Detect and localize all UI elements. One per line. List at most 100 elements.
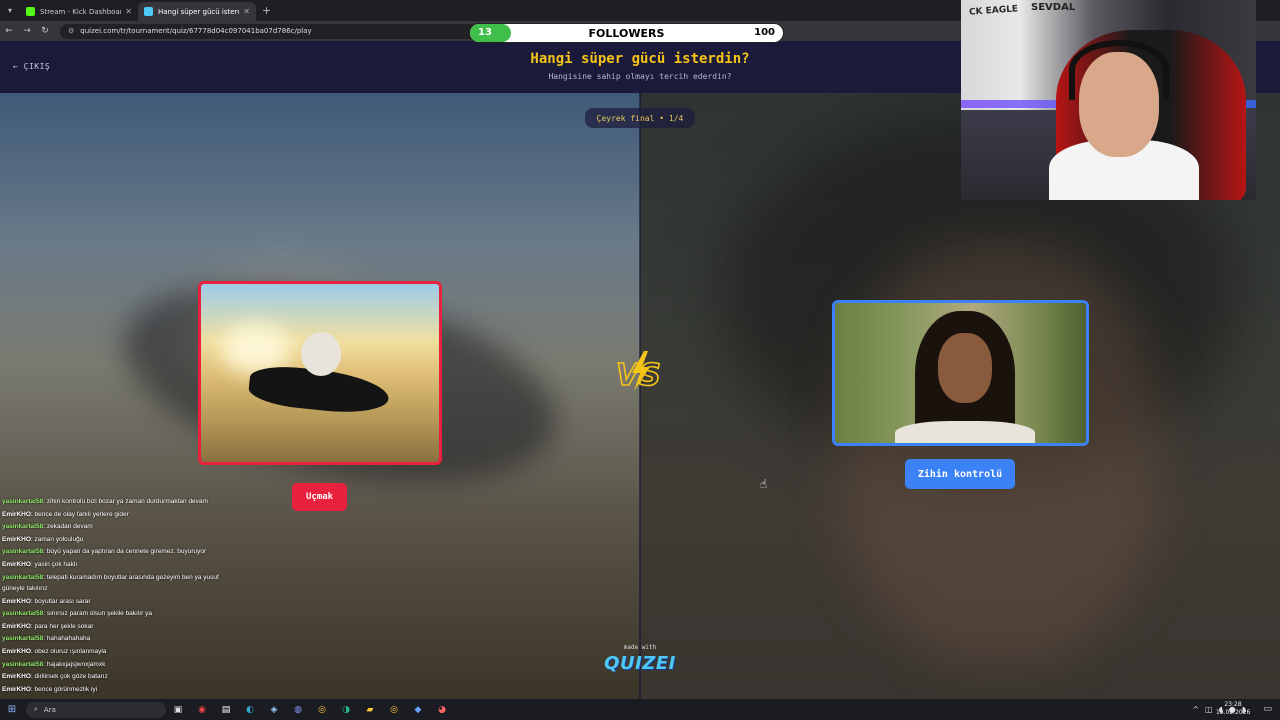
- flying-image: [201, 284, 439, 462]
- option-button-left[interactable]: Uçmak: [292, 483, 347, 511]
- chat-username[interactable]: EmirKHO: [2, 598, 31, 605]
- quiz-subtitle: Hangisine sahip olmayı tercih ederdin?: [548, 72, 732, 81]
- chat-message: EmirKHO: obez oluruz ışınlanmayla: [2, 646, 252, 659]
- quizei-logo[interactable]: QUIZEI: [600, 653, 680, 674]
- round-badge: Çeyrek final • 1/4: [585, 108, 695, 128]
- steam-icon[interactable]: ◈: [262, 705, 286, 715]
- url-text: quizei.com/tr/tournament/quiz/67778d04c0…: [80, 27, 312, 35]
- tab-label: Hangi süper gücü isterdin? - Tu: [158, 7, 239, 16]
- quiz-title: Hangi süper gücü isterdin?: [530, 51, 750, 67]
- app-icon[interactable]: ◉: [190, 705, 214, 715]
- follower-goal: 100: [754, 27, 775, 38]
- taskbar-search-input[interactable]: ⌕ Ara: [26, 701, 166, 718]
- back-icon[interactable]: ←: [0, 26, 18, 36]
- chat-message: yasinkartal58: hahahahahaha: [2, 633, 252, 646]
- chat-username[interactable]: yasinkartal58: [2, 548, 43, 555]
- chat-message: yasinkartal58: telepati kuramadım boyutl…: [2, 572, 242, 594]
- chrome-icon[interactable]: ◎: [382, 705, 406, 715]
- chat-text: : yasin çok haklı: [30, 560, 78, 568]
- chat-text: : dirilirsek çok göze batarız: [30, 673, 108, 681]
- chat-username[interactable]: yasinkartal58: [2, 498, 43, 505]
- close-tab-icon[interactable]: ✕: [125, 7, 132, 16]
- webcam-feed: CK EAGLE SEVDAL: [961, 0, 1256, 200]
- app-icon[interactable]: ◆: [406, 705, 430, 715]
- notification-icon[interactable]: ▭: [1263, 704, 1272, 714]
- edge-icon[interactable]: ◐: [238, 705, 262, 715]
- chat-text: : boyutlar arası sarar: [30, 597, 91, 605]
- chat-message: EmirKHO: bence de olay farklı yerlere gi…: [2, 509, 252, 522]
- chrome-icon[interactable]: ◎: [310, 705, 334, 715]
- clock-date: 18.02.2026: [1216, 709, 1251, 716]
- chat-username[interactable]: EmirKHO: [2, 561, 31, 568]
- chat-username[interactable]: yasinkartal58: [2, 661, 43, 668]
- chat-text: : zihin kontrolü bizi bozar ya zaman dur…: [43, 498, 208, 505]
- chat-text: : obez oluruz ışınlanmayla: [30, 647, 107, 655]
- task-view-icon[interactable]: ▣: [166, 705, 190, 715]
- tab-quiz[interactable]: Hangi süper gücü isterdin? - Tu ✕: [138, 2, 256, 21]
- chat-username[interactable]: EmirKHO: [2, 511, 31, 518]
- clock-time: 23:28: [1224, 701, 1242, 708]
- new-tab-icon[interactable]: +: [262, 4, 271, 17]
- chat-username[interactable]: EmirKHO: [2, 536, 31, 543]
- chat-text: : büyü yapan da yaptıran da cennete gire…: [43, 548, 207, 556]
- chat-message: yasinkartal58: zekadan devam: [2, 521, 252, 534]
- taskbar-clock[interactable]: 23:28 18.02.2026: [1216, 701, 1250, 717]
- chat-username[interactable]: EmirKHO: [2, 623, 31, 630]
- arrow-left-icon: ←: [13, 62, 19, 71]
- chat-text: : bence de olay farklı yerlere gider: [30, 510, 129, 518]
- chat-message: yasinkartal58: zihin kontrolü bizi bozar…: [2, 496, 252, 509]
- chat-text: : hahahahahaha: [43, 635, 91, 643]
- chat-message: EmirKHO: dirilirsek çok göze batarız: [2, 671, 252, 684]
- chat-username[interactable]: yasinkartal58: [2, 523, 43, 530]
- tab-kick-dashboard[interactable]: Stream - Kick Dashboard ✕: [20, 2, 138, 21]
- option-button-right[interactable]: Zihin kontrolü: [905, 459, 1015, 489]
- chat-message: EmirKHO: para her şekle sokar: [2, 621, 252, 634]
- chat-text: : zekadan devam: [43, 523, 93, 531]
- network-icon[interactable]: ◫: [1205, 705, 1213, 714]
- chevron-up-icon[interactable]: ^: [1192, 705, 1199, 714]
- quizei-favicon-icon: [144, 7, 153, 16]
- search-icon: ⌕: [34, 705, 38, 713]
- reload-icon[interactable]: ↻: [36, 26, 54, 36]
- exit-button[interactable]: ← ÇIKIŞ: [13, 62, 50, 71]
- url-input[interactable]: ⚙ quizei.com/tr/tournament/quiz/67778d04…: [60, 23, 480, 39]
- chat-text: : bence görünmezlik iyi: [30, 685, 98, 693]
- chat-username[interactable]: EmirKHO: [2, 673, 31, 680]
- chat-message: yasinkartal58: hajakxjajsjwnxjamxk: [2, 659, 252, 672]
- tab-label: Stream - Kick Dashboard: [40, 7, 122, 16]
- option-card-right[interactable]: [832, 300, 1089, 446]
- chat-message: EmirKHO: bence görünmezlik iyi: [2, 684, 252, 697]
- chat-overlay: yasinkartal58: zihin kontrolü bizi bozar…: [2, 496, 252, 696]
- chat-username[interactable]: yasinkartal58: [2, 635, 43, 642]
- edge-icon[interactable]: ◑: [334, 705, 358, 715]
- app-icon[interactable]: ◕: [430, 705, 454, 715]
- center-divider: [639, 93, 641, 699]
- chat-username[interactable]: EmirKHO: [2, 648, 31, 655]
- chat-text: : hajakxjajsjwnxjamxk: [43, 660, 106, 668]
- chat-username[interactable]: yasinkartal58: [2, 610, 43, 617]
- made-with-text: made with: [623, 644, 657, 651]
- forward-icon[interactable]: →: [18, 26, 36, 36]
- taskbar: ⊞ ⌕ Ara ▣ ◉ ▤ ◐ ◈ ◍ ◎ ◑ ▰ ◎ ◆ ◕ ^ ◫ ◖ ● …: [0, 699, 1280, 720]
- chat-message: EmirKHO: yasin çok haklı: [2, 559, 252, 572]
- app-icon[interactable]: ▤: [214, 705, 238, 715]
- hand-cursor-icon: ☝: [760, 477, 768, 491]
- chat-text: : zaman yolculuğu: [30, 535, 84, 543]
- follower-goal-bar: 13 FOLLOWERS 100: [469, 23, 784, 43]
- chat-message: EmirKHO: zaman yolculuğu: [2, 534, 252, 547]
- chat-username[interactable]: EmirKHO: [2, 686, 31, 693]
- chat-message: EmirKHO: boyutlar arası sarar: [2, 596, 252, 609]
- discord-icon[interactable]: ◍: [286, 705, 310, 715]
- tab-search-icon[interactable]: ▾: [0, 0, 20, 21]
- follower-label: FOLLOWERS: [588, 27, 665, 40]
- exit-label: ÇIKIŞ: [23, 62, 51, 71]
- mind-control-image: [835, 303, 1086, 443]
- close-tab-icon[interactable]: ✕: [243, 7, 250, 16]
- site-info-icon[interactable]: ⚙: [68, 27, 74, 35]
- chat-message: yasinkartal58: büyü yapan da yaptıran da…: [2, 546, 252, 559]
- folder-icon[interactable]: ▰: [358, 705, 382, 715]
- chat-text: : para her şekle sokar: [30, 622, 94, 630]
- chat-username[interactable]: yasinkartal58: [2, 574, 43, 581]
- windows-start-icon[interactable]: ⊞: [0, 704, 24, 715]
- option-card-left[interactable]: [198, 281, 442, 465]
